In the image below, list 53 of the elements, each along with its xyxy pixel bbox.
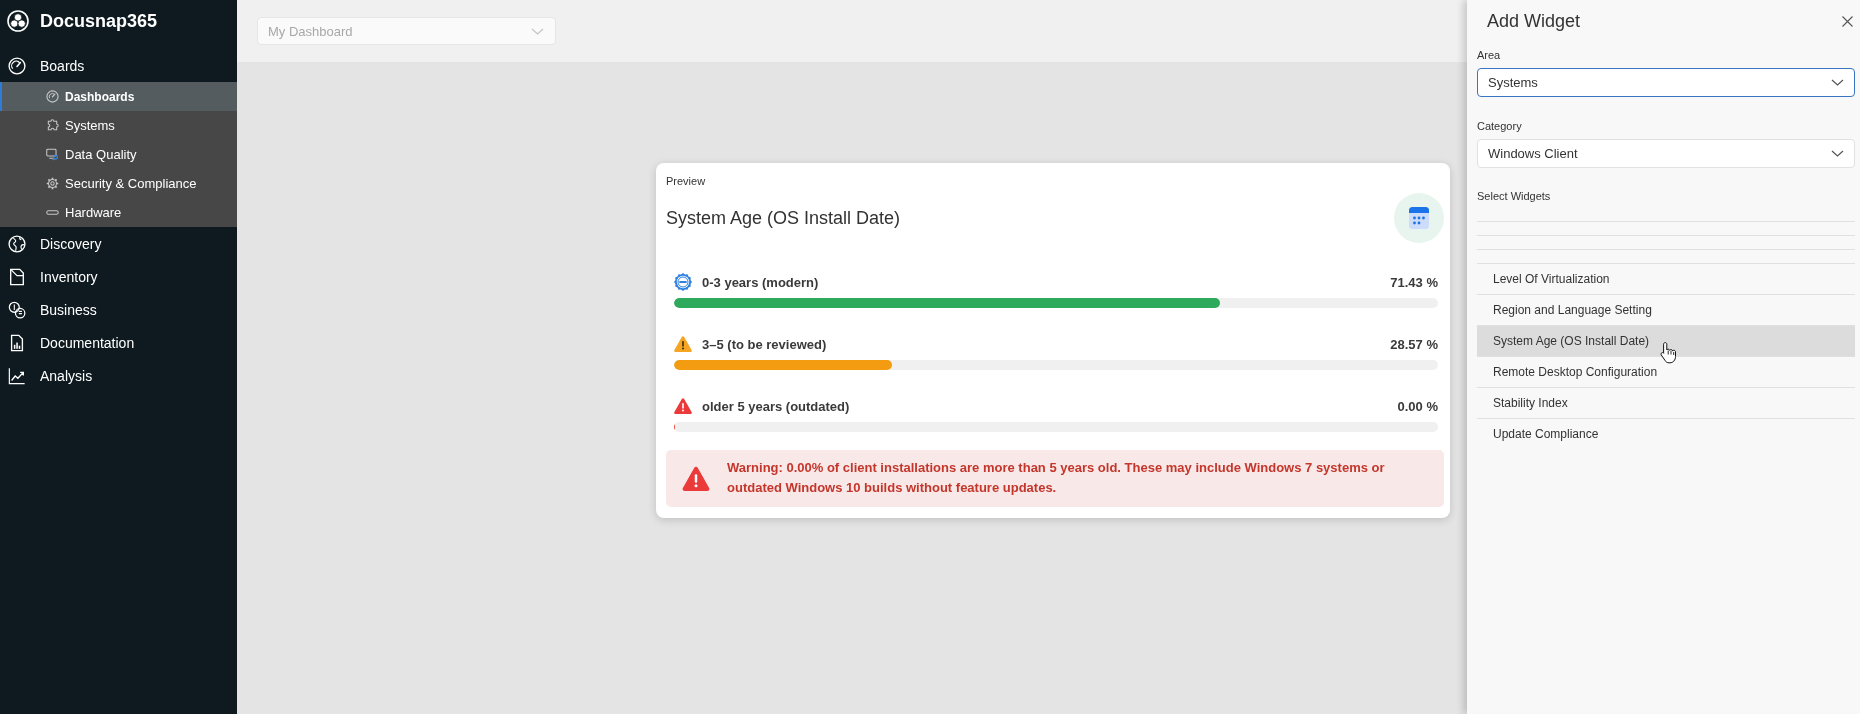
- alert-icon: [682, 465, 710, 491]
- chevron-down-icon: [1831, 150, 1844, 157]
- row-label: older 5 years (outdated): [702, 398, 851, 414]
- calendar-icon: [1394, 193, 1444, 243]
- nav-item[interactable]: Business: [0, 293, 237, 326]
- monitor-search-icon: [46, 148, 59, 161]
- widget-title: System Age (OS Install Date): [666, 207, 901, 229]
- percentage-value: 28.57 %: [1390, 336, 1438, 352]
- warning-text: Warning: 0.00% of client installations are more than 5 years old. These may include Windows 7 systems or outdated Windows 10 builds without feature updates.: [727, 459, 1386, 497]
- trend-chart-icon: [8, 366, 26, 385]
- gauge-icon: [46, 90, 59, 103]
- coins-icon: [8, 300, 26, 319]
- widget-list-item[interactable]: Update Compliance: [1477, 418, 1855, 449]
- widget-list-item[interactable]: Stability Index: [1477, 387, 1855, 418]
- hand-cursor-icon: [1660, 342, 1677, 364]
- field-label: Category: [1477, 119, 1522, 133]
- puzzle-icon: [46, 119, 59, 132]
- nav-subitem[interactable]: Systems: [0, 111, 237, 140]
- field-label: Area: [1477, 48, 1501, 62]
- chevron-down-icon: [1831, 79, 1844, 86]
- nav-subitem[interactable]: Data Quality: [0, 140, 237, 169]
- percentage-value: 71.43 %: [1390, 274, 1438, 290]
- widget-list-item[interactable]: System Age (OS Install Date): [1477, 325, 1855, 356]
- widget-list-item[interactable]: Level Of Virtualization: [1477, 263, 1855, 294]
- chevron-down-icon: [531, 27, 544, 35]
- dropdown-field[interactable]: Windows Client: [1477, 139, 1855, 168]
- logo-icon: [7, 10, 29, 32]
- nav-subitem[interactable]: Hardware: [0, 198, 237, 227]
- close-icon: [1841, 15, 1853, 27]
- dropdown-field[interactable]: Systems: [1477, 68, 1855, 97]
- nav-subitem[interactable]: Security & Compliance: [0, 169, 237, 198]
- field-label: Select Widgets: [1477, 189, 1551, 203]
- close-button[interactable]: [1839, 13, 1855, 29]
- panel-title: Add Widget: [1486, 10, 1581, 32]
- nav-subitem[interactable]: Dashboards: [0, 82, 237, 111]
- document-icon: [8, 267, 26, 286]
- alert-icon: [674, 397, 692, 415]
- gauge-icon: [8, 56, 26, 75]
- globe-icon: [8, 234, 26, 253]
- gear-icon: [46, 177, 59, 190]
- nav-item[interactable]: Inventory: [0, 260, 237, 293]
- nav-item[interactable]: Documentation: [0, 326, 237, 359]
- percentage-value: 0.00 %: [1397, 398, 1438, 414]
- warning-icon: [674, 335, 692, 353]
- report-icon: [8, 333, 26, 352]
- nav-item[interactable]: Boards: [0, 49, 237, 82]
- preview-label: Preview: [666, 174, 706, 189]
- seal-icon: [674, 273, 692, 291]
- row-label: 0-3 years (modern): [702, 274, 820, 290]
- nav-item[interactable]: Discovery: [0, 227, 237, 260]
- row-label: 3–5 (to be reviewed): [702, 336, 828, 352]
- app-name: Docusnap365: [40, 10, 158, 32]
- nav-item[interactable]: Analysis: [0, 359, 237, 392]
